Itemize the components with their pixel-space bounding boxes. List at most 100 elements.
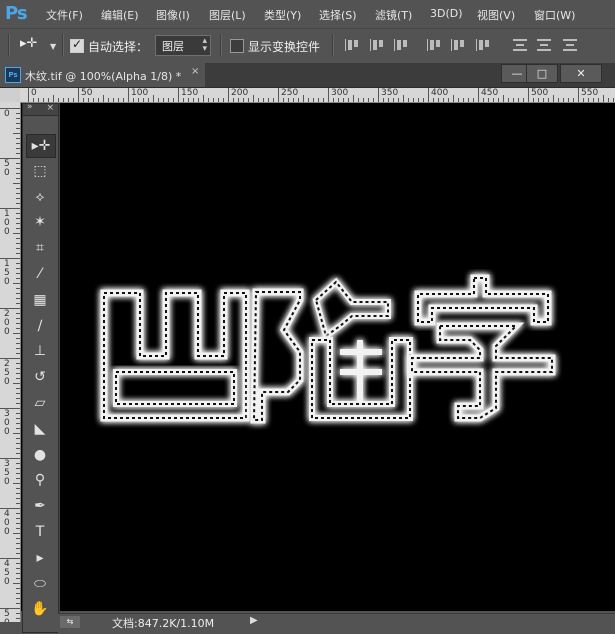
- menu-item[interactable]: 类型(Y): [264, 7, 301, 23]
- distribute-top-icon[interactable]: [513, 37, 529, 53]
- ruler-tick-label: 150: [181, 88, 199, 98]
- align-right-edges-icon[interactable]: [476, 37, 492, 53]
- ruler-minor-tick: [413, 98, 414, 102]
- align-horizontal-centers-icon[interactable]: [451, 37, 467, 53]
- align-top-edges-icon[interactable]: [345, 37, 361, 53]
- ruler-minor-tick: [208, 98, 209, 102]
- document-size-info[interactable]: 文档:847.2K/1.10M: [112, 615, 214, 631]
- ruler-minor-tick: [583, 98, 584, 102]
- ruler-minor-tick: [16, 203, 20, 204]
- ruler-tick: [178, 88, 179, 102]
- paint-bucket-tool-icon[interactable]: ◣: [26, 418, 54, 440]
- ruler-minor-tick: [16, 318, 20, 319]
- vertical-ruler[interactable]: 0 5 0 1 0 0 1 5 0 2 0 0 2 5 0 3 0 0 3 5 0 4 0 0 4…: [0, 102, 21, 622]
- ruler-minor-tick: [16, 393, 20, 394]
- document-tab-title[interactable]: 木纹.tif @ 100%(Alpha 1/8) *: [25, 68, 181, 84]
- menu-item[interactable]: 图层(L): [209, 7, 246, 23]
- document-canvas[interactable]: [21, 103, 615, 611]
- glyph-xian: [250, 288, 304, 424]
- ruler-minor-tick: [13, 133, 20, 134]
- ruler-minor-tick: [16, 593, 20, 594]
- ruler-tick-label: 450: [481, 88, 499, 98]
- menu-item[interactable]: 3D(D): [430, 7, 463, 20]
- ellipse-tool-icon[interactable]: ⬭: [26, 573, 54, 595]
- hand-tool-icon[interactable]: ✋: [26, 598, 54, 620]
- ruler-tick: [0, 458, 20, 459]
- tools-panel-header[interactable]: » ×: [23, 102, 58, 116]
- ruler-minor-tick: [48, 98, 49, 102]
- ruler-minor-tick: [16, 223, 20, 224]
- show-transform-controls-checkbox[interactable]: [230, 39, 244, 53]
- ruler-tick: [0, 158, 20, 159]
- menu-item[interactable]: 文件(F): [46, 7, 83, 23]
- crop-tool-icon[interactable]: ⌗: [26, 237, 54, 259]
- ruler-tick: [228, 88, 229, 102]
- restore-button[interactable]: □: [526, 64, 558, 83]
- marquee-tool-icon[interactable]: ⬚: [26, 160, 54, 182]
- status-menu-arrow-icon[interactable]: ▶: [250, 615, 258, 626]
- ruler-minor-tick: [16, 413, 20, 414]
- brush-tool-icon[interactable]: ∕: [26, 315, 54, 337]
- ruler-minor-tick: [16, 123, 20, 124]
- close-tab-icon[interactable]: ×: [191, 66, 199, 77]
- auto-select-target-dropdown[interactable]: 图层 ▴ ▾: [155, 35, 211, 56]
- clone-stamp-tool-icon[interactable]: ⊥: [26, 340, 54, 362]
- ruler-minor-tick: [43, 98, 44, 102]
- ruler-minor-tick: [16, 153, 20, 154]
- menu-item[interactable]: 编辑(E): [101, 7, 139, 23]
- align-left-edges-icon[interactable]: [427, 37, 443, 53]
- chevron-down-icon[interactable]: ▼: [50, 42, 56, 51]
- ruler-tick: [428, 88, 429, 102]
- dodge-tool-icon[interactable]: ⚲: [26, 469, 54, 491]
- menu-item[interactable]: 滤镜(T): [375, 7, 412, 23]
- history-brush-tool-icon[interactable]: ↺: [26, 366, 54, 388]
- auto-select-checkbox[interactable]: [70, 37, 84, 53]
- ruler-minor-tick: [543, 98, 544, 102]
- ruler-minor-tick: [16, 353, 20, 354]
- ruler-minor-tick: [16, 498, 20, 499]
- menu-item[interactable]: 视图(V): [477, 7, 515, 23]
- pen-tool-icon[interactable]: ✒: [26, 495, 54, 517]
- ruler-minor-tick: [533, 98, 534, 102]
- ruler-minor-tick: [16, 143, 20, 144]
- distribute-vcenter-icon[interactable]: [537, 37, 553, 53]
- ruler-minor-tick: [16, 198, 20, 199]
- healing-brush-tool-icon[interactable]: ▦: [26, 289, 54, 311]
- ruler-tick: [278, 88, 279, 102]
- eyedropper-tool-icon[interactable]: ⁄: [26, 263, 54, 285]
- menu-item[interactable]: 选择(S): [319, 7, 357, 23]
- ruler-minor-tick: [423, 98, 424, 102]
- type-tool-icon[interactable]: T: [26, 521, 54, 543]
- ruler-minor-tick: [248, 98, 249, 102]
- menu-item[interactable]: 图像(I): [156, 7, 190, 23]
- move-tool-icon[interactable]: ▸✛: [26, 134, 56, 158]
- ruler-minor-tick: [16, 348, 20, 349]
- ruler-minor-tick: [273, 98, 274, 102]
- blur-tool-icon[interactable]: ●: [26, 444, 54, 466]
- ruler-minor-tick: [238, 98, 239, 102]
- menu-item[interactable]: 窗口(W): [534, 7, 575, 23]
- collapse-panel-icon[interactable]: »: [27, 102, 33, 112]
- ruler-origin[interactable]: [0, 88, 21, 103]
- move-tool-preset-icon[interactable]: ▸✛: [20, 36, 37, 51]
- ruler-minor-tick: [16, 213, 20, 214]
- ruler-minor-tick: [263, 98, 264, 102]
- close-panel-icon[interactable]: ×: [46, 103, 54, 113]
- align-bottom-edges-icon[interactable]: [394, 37, 410, 53]
- ruler-minor-tick: [593, 98, 594, 102]
- ruler-minor-tick: [323, 98, 324, 102]
- magic-wand-tool-icon[interactable]: ✶: [26, 211, 54, 233]
- lasso-tool-icon[interactable]: ⟡: [26, 186, 54, 208]
- horizontal-ruler[interactable]: 0 50 100 150 200 250 300 350 400 450 500 550: [20, 88, 615, 103]
- ruler-minor-tick: [63, 98, 64, 102]
- ruler-minor-tick: [473, 98, 474, 102]
- ruler-tick-label: 4 5 0: [4, 559, 10, 587]
- zoom-level-field[interactable]: ⇆: [60, 616, 80, 628]
- ruler-minor-tick: [563, 98, 564, 102]
- close-window-button[interactable]: ✕: [560, 64, 602, 83]
- distribute-bottom-icon[interactable]: [563, 37, 579, 53]
- eraser-tool-icon[interactable]: ▱: [26, 392, 54, 414]
- path-selection-tool-icon[interactable]: ▸: [26, 547, 54, 569]
- ruler-tick: [78, 88, 79, 102]
- align-vertical-centers-icon[interactable]: [370, 37, 386, 53]
